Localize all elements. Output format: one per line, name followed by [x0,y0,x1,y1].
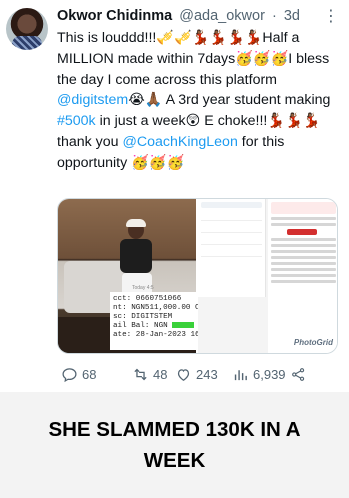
tweet-card[interactable]: Okwor Chidinma @ada_okwor · 3d ⋮ This is… [0,0,349,392]
tweet-header: Okwor Chidinma @ada_okwor · 3d ⋮ [57,8,339,28]
tweet-text: This is louddd!!!🎺🎺💃🏾💃🏾💃🏾💃🏾Half a MILLIO… [57,28,345,174]
redacted-balance [172,322,195,328]
hashtag-500k[interactable]: #500k [57,113,96,129]
retweet-count: 48 [153,367,168,382]
tweet-timestamp[interactable]: 3d [284,8,300,24]
email-alert-screenshot [268,199,337,353]
tweet-media[interactable]: Today 4:5 cct: 0660751066 nt: NGN511,000… [57,198,338,354]
tweet-actions: 68 48 243 6,939 [57,366,339,384]
sms-inbox-screenshot [198,199,266,297]
author-avatar[interactable] [6,8,48,50]
share-icon[interactable] [290,366,307,383]
author-name[interactable]: Okwor Chidinma [57,8,172,24]
views-button[interactable]: 6,939 [232,366,307,383]
reply-button[interactable]: 68 [61,366,96,383]
caption-text: SHE SLAMMED 130K IN A WEEK [48,418,301,472]
caption-banner: SHE SLAMMED 130K IN A WEEK [0,392,349,498]
tweet-text-part: 😭🙏🏾 A 3rd year student making [128,92,331,109]
sms-line: nt: NGN511,000.00 CR [113,304,198,312]
today-label: Today 4:5 [132,285,154,291]
tweet-text-part: This is louddd!!!🎺🎺💃🏾💃🏾💃🏾💃🏾Half a MILLIO… [57,30,330,88]
like-count: 243 [196,367,218,382]
sms-line: sc: DIGITSTEM [113,313,173,321]
sms-line: ail Bal: NGN [113,322,195,331]
sms-credit-details: cct: 0660751066 nt: NGN511,000.00 CR sc:… [110,292,198,350]
separator-dot: · [271,8,277,24]
alert-title [271,202,336,214]
mention-digitstem[interactable]: @digitstem [57,92,128,108]
heart-icon [177,369,190,381]
author-handle[interactable]: @ada_okwor [179,8,265,24]
retweet-button[interactable]: 48 [132,366,167,383]
mention-coachkingleon[interactable]: @CoachKingLeon [122,134,237,150]
retweet-icon [134,368,147,381]
more-options-icon[interactable]: ⋮ [323,6,339,26]
sms-line: ate: 28-Jan-2023 16:0 [113,331,198,339]
sms-line-label: ail Bal: NGN [113,322,168,330]
photo-bank-alert-screenshots[interactable] [198,199,337,353]
views-chart-icon [234,370,247,381]
reply-icon [62,368,77,383]
views-count: 6,939 [253,367,286,382]
sms-line: cct: 0660751066 [113,295,182,303]
like-button[interactable]: 243 [175,366,218,383]
photogrid-watermark: PhotoGrid [293,338,333,347]
reply-count: 68 [82,367,97,382]
